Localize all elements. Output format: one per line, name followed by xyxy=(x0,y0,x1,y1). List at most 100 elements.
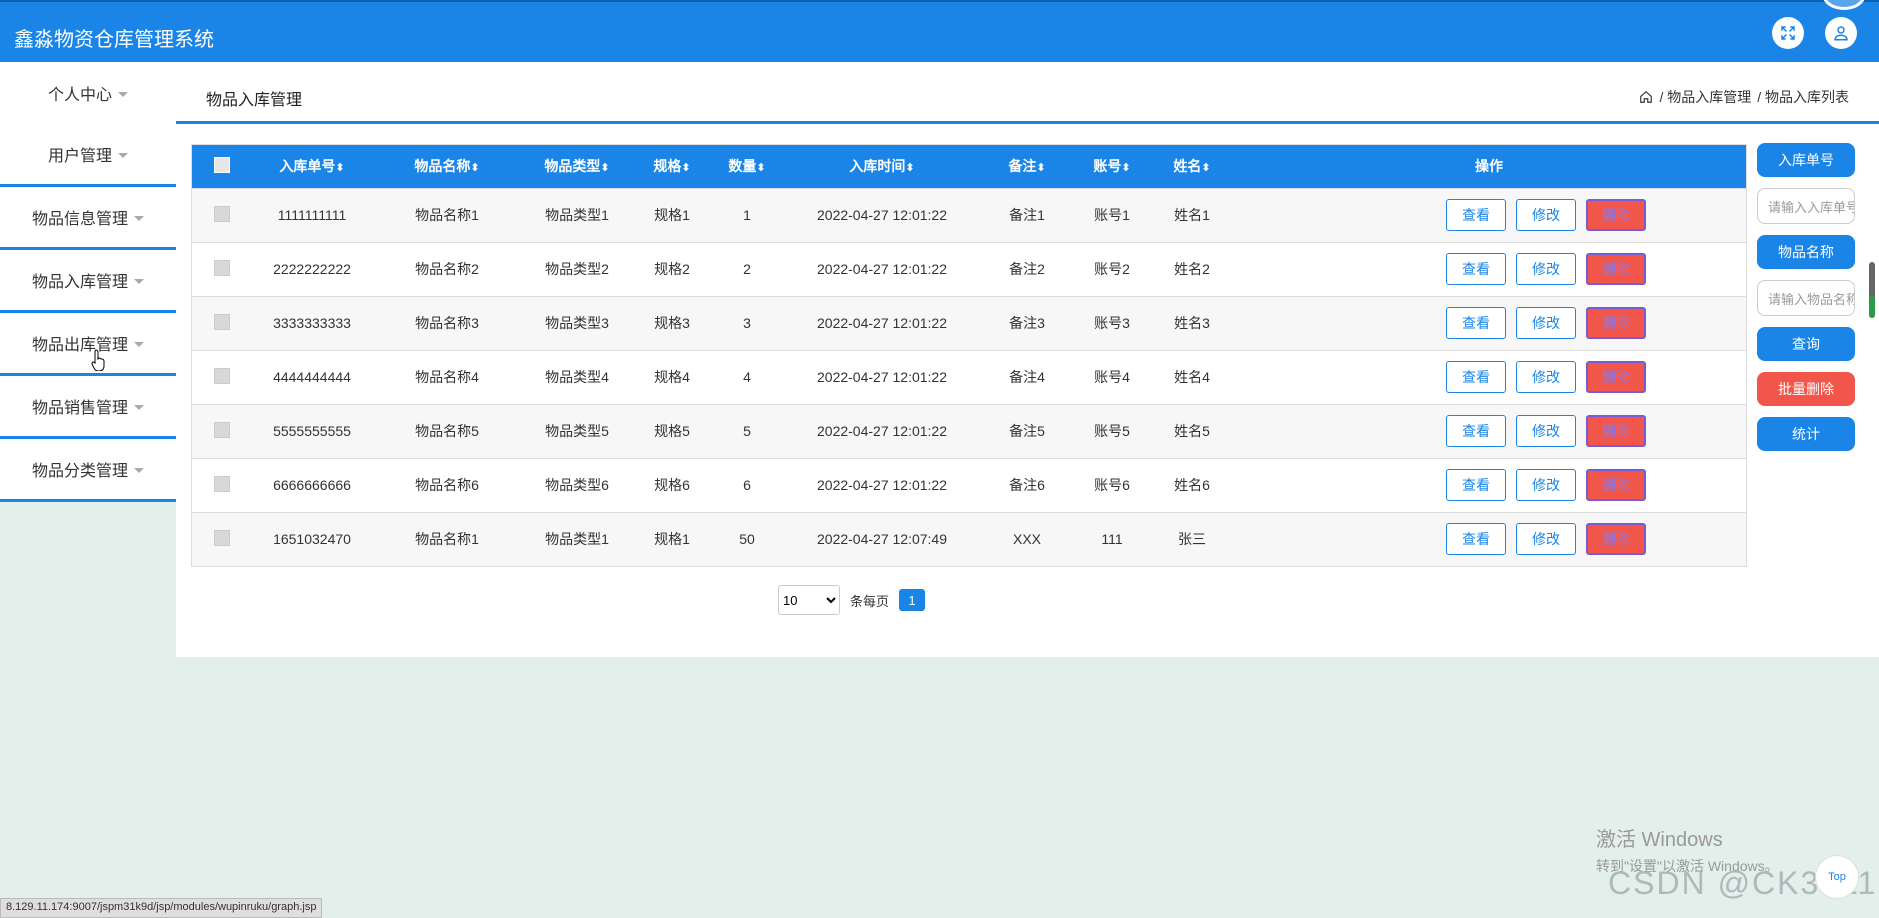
cell-qty: 3 xyxy=(743,315,751,331)
cell-account: 账号5 xyxy=(1094,423,1130,439)
cell-name: 物品名称4 xyxy=(415,369,479,385)
cell-spec: 规格1 xyxy=(654,207,690,223)
sidebar-item-category[interactable]: 物品分类管理 xyxy=(0,439,176,502)
back-to-top-button[interactable]: Top xyxy=(1815,855,1859,899)
scrollbar-indicator xyxy=(1869,296,1875,318)
delete-button[interactable]: 删除 xyxy=(1586,307,1646,339)
edit-button[interactable]: 修改 xyxy=(1516,307,1576,339)
row-checkbox[interactable] xyxy=(214,367,230,384)
column-header-person[interactable]: 姓名⬍ xyxy=(1152,145,1232,188)
column-header-time[interactable]: 入库时间⬍ xyxy=(782,145,982,188)
page-number-button[interactable]: 1 xyxy=(899,589,926,611)
cell-type: 物品类型4 xyxy=(545,369,609,385)
view-button[interactable]: 查看 xyxy=(1446,199,1506,231)
cell-name: 物品名称2 xyxy=(415,261,479,277)
cell-type: 物品类型1 xyxy=(545,531,609,548)
cell-note: 备注5 xyxy=(1009,423,1045,439)
sidebar-item-stock-in[interactable]: 物品入库管理 xyxy=(0,250,176,313)
sidebar-item-label: 物品入库管理 xyxy=(31,274,128,291)
caret-down-icon xyxy=(134,215,144,221)
sort-icon: ⬍ xyxy=(681,162,691,175)
search-label-item-name: 物品名称 xyxy=(1757,235,1855,269)
hand-cursor-icon xyxy=(91,349,105,371)
row-checkbox[interactable] xyxy=(214,205,230,222)
cell-qty: 5 xyxy=(743,423,751,439)
cell-note: 备注2 xyxy=(1009,261,1045,277)
sort-icon: ⬍ xyxy=(1036,162,1046,175)
delete-button[interactable]: 删除 xyxy=(1586,199,1646,231)
delete-button[interactable]: 删除 xyxy=(1586,469,1646,501)
delete-button[interactable]: 删除 xyxy=(1586,361,1646,393)
breadcrumb-item[interactable]: / 物品入库管理 xyxy=(1659,87,1751,107)
table-row: 1651032470 物品名称1 物品类型1 规格1 50 2022-04-27 12:0… xyxy=(192,512,1746,566)
user-button[interactable] xyxy=(1825,17,1857,49)
table-row: 4444444444 物品名称4 物品类型4 规格4 4 2022-04-27 12:01… xyxy=(192,350,1746,404)
row-checkbox[interactable] xyxy=(214,259,230,276)
row-checkbox[interactable] xyxy=(214,421,230,438)
cell-name: 物品名称1 xyxy=(415,531,479,548)
view-button[interactable]: 查看 xyxy=(1446,253,1506,285)
edit-button[interactable]: 修改 xyxy=(1516,523,1576,556)
delete-button[interactable]: 删除 xyxy=(1586,253,1646,285)
fullscreen-button[interactable] xyxy=(1772,17,1804,49)
row-checkbox[interactable] xyxy=(214,529,230,546)
edit-button[interactable]: 修改 xyxy=(1516,469,1576,501)
cell-person: 张三 xyxy=(1178,531,1206,548)
cell-spec: 规格1 xyxy=(654,531,690,548)
view-button[interactable]: 查看 xyxy=(1446,469,1506,501)
search-panel: 入库单号 请输入入库单号 物品名称 请输入物品名称 查询 批量删除 统计 xyxy=(1757,143,1855,462)
query-button[interactable]: 查询 xyxy=(1757,327,1855,361)
cell-time: 2022-04-27 12:01:22 xyxy=(817,315,947,331)
sidebar-item-item-info[interactable]: 物品信息管理 xyxy=(0,187,176,250)
edit-button[interactable]: 修改 xyxy=(1516,415,1576,447)
cell-note: 备注6 xyxy=(1009,477,1045,493)
edit-button[interactable]: 修改 xyxy=(1516,253,1576,285)
cell-qty: 6 xyxy=(743,477,751,493)
sidebar-item-label: 物品分类管理 xyxy=(31,463,128,480)
sidebar-item-label: 物品销售管理 xyxy=(31,400,128,417)
cell-spec: 规格6 xyxy=(654,477,690,493)
breadcrumb-bar: 物品入库管理 / 物品入库管理 / 物品入库列表 xyxy=(176,62,1879,124)
batch-delete-button[interactable]: 批量删除 xyxy=(1757,372,1855,406)
cell-time: 2022-04-27 12:07:49 xyxy=(817,531,947,548)
cell-person: 姓名3 xyxy=(1174,315,1210,331)
view-button[interactable]: 查看 xyxy=(1446,361,1506,393)
sidebar-item-personal-center[interactable]: 个人中心 xyxy=(0,62,176,124)
caret-down-icon xyxy=(134,404,144,410)
sidebar-item-stock-out[interactable]: 物品出库管理 xyxy=(0,313,176,376)
column-header-name[interactable]: 物品名称⬍ xyxy=(372,145,522,188)
column-header-no[interactable]: 入库单号⬍ xyxy=(252,145,372,188)
pagination: 10 条每页 1 xyxy=(778,585,926,615)
row-checkbox[interactable] xyxy=(214,475,230,492)
breadcrumb: / 物品入库管理 / 物品入库列表 xyxy=(1639,87,1849,107)
view-button[interactable]: 查看 xyxy=(1446,523,1506,556)
edit-button[interactable]: 修改 xyxy=(1516,199,1576,231)
stock-in-no-input[interactable]: 请输入入库单号 xyxy=(1757,188,1855,224)
sort-icon: ⬍ xyxy=(600,162,610,175)
cell-person: 姓名2 xyxy=(1174,261,1210,277)
cell-qty: 2 xyxy=(743,261,751,277)
cell-type: 物品类型3 xyxy=(545,315,609,331)
cell-no: 1651032470 xyxy=(273,531,351,548)
column-header-type[interactable]: 物品类型⬍ xyxy=(522,145,632,188)
select-all-checkbox[interactable] xyxy=(214,156,230,173)
sidebar-item-sales[interactable]: 物品销售管理 xyxy=(0,376,176,439)
caret-down-icon xyxy=(134,467,144,473)
edit-button[interactable]: 修改 xyxy=(1516,361,1576,393)
page-size-select[interactable]: 10 xyxy=(778,585,840,615)
column-header-note[interactable]: 备注⬍ xyxy=(982,145,1072,188)
delete-button[interactable]: 删除 xyxy=(1586,415,1646,447)
view-button[interactable]: 查看 xyxy=(1446,415,1506,447)
delete-button[interactable]: 删除 xyxy=(1586,523,1646,556)
home-icon[interactable] xyxy=(1639,90,1653,104)
column-header-qty[interactable]: 数量⬍ xyxy=(712,145,782,188)
statistics-button[interactable]: 统计 xyxy=(1757,417,1855,451)
column-header-account[interactable]: 账号⬍ xyxy=(1072,145,1152,188)
item-name-input[interactable]: 请输入物品名称 xyxy=(1757,280,1855,316)
row-checkbox[interactable] xyxy=(214,313,230,330)
cell-name: 物品名称3 xyxy=(415,315,479,331)
sidebar-item-user-management[interactable]: 用户管理 xyxy=(0,124,176,187)
column-header-spec[interactable]: 规格⬍ xyxy=(632,145,712,188)
view-button[interactable]: 查看 xyxy=(1446,307,1506,339)
windows-activation-title: 激活 Windows xyxy=(1596,829,1723,851)
